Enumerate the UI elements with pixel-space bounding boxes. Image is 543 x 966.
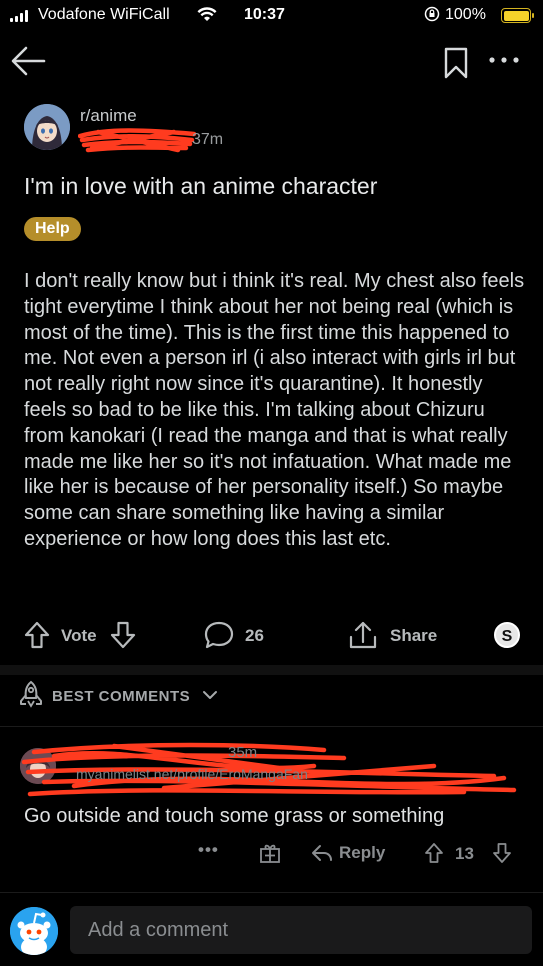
comment-meta: 35m myanimelist.net/profile/EroMangaFan (21, 736, 524, 797)
downvote-button[interactable] (108, 618, 138, 652)
sort-label: BEST COMMENTS (52, 688, 191, 705)
subreddit-avatar[interactable] (24, 104, 70, 150)
orientation-lock-icon (424, 6, 440, 22)
post-flair[interactable]: Help (24, 217, 81, 241)
comment-age: 35m (228, 744, 258, 761)
clock: 10:37 (244, 6, 285, 23)
add-comment-input[interactable] (70, 906, 532, 954)
redaction-scribble (78, 128, 196, 153)
share-button[interactable] (347, 618, 379, 652)
post-age: 37m (192, 131, 224, 148)
post-title: I'm in love with an anime character (24, 173, 378, 199)
status-bar: Vodafone WiFiCall 10:37 100% (0, 0, 543, 32)
wifi-icon (197, 7, 217, 21)
comment-score: 13 (455, 844, 474, 863)
reply-icon (312, 845, 332, 861)
comment-body: Go outside and touch some grass or somet… (24, 805, 445, 827)
carrier-name: Vodafone WiFiCall (38, 6, 170, 23)
user-flair[interactable]: myanimelist.net/profile/EroMangaFan (76, 766, 308, 782)
section-divider (0, 665, 543, 675)
comment-more-button[interactable]: ••• (198, 840, 219, 860)
post-meta: 37m (78, 128, 230, 153)
composer-divider (0, 892, 543, 893)
upvote-button[interactable] (22, 618, 52, 652)
battery-icon (501, 8, 534, 23)
reply-button[interactable]: Reply (311, 842, 385, 864)
sort-divider (0, 726, 543, 727)
back-button[interactable] (10, 44, 46, 78)
bookmark-button[interactable] (441, 46, 471, 80)
comment-actions: ••• Reply 13 (0, 836, 543, 866)
battery-percent: 100% (445, 6, 486, 23)
award-icon[interactable] (259, 842, 281, 864)
post-body: I don't really know but i think it's rea… (24, 270, 525, 550)
share-label: Share (390, 626, 438, 645)
subreddit-name[interactable]: r/anime (80, 106, 137, 126)
cellular-signal-icon (10, 10, 30, 22)
chevron-down-icon (203, 691, 217, 699)
reply-label: Reply (339, 843, 386, 862)
top-nav (0, 36, 543, 86)
comment-count: 26 (245, 626, 264, 645)
vote-label: Vote (61, 626, 97, 645)
comment-upvote-button[interactable] (424, 842, 444, 864)
comments-button[interactable] (203, 618, 235, 652)
award-button[interactable]: S (494, 622, 520, 648)
rocket-icon (20, 680, 42, 708)
more-options-button[interactable] (487, 50, 521, 70)
post-actions: Vote 26 Share S (0, 618, 543, 654)
comment-downvote-button[interactable] (492, 842, 512, 864)
user-avatar[interactable] (10, 907, 58, 955)
